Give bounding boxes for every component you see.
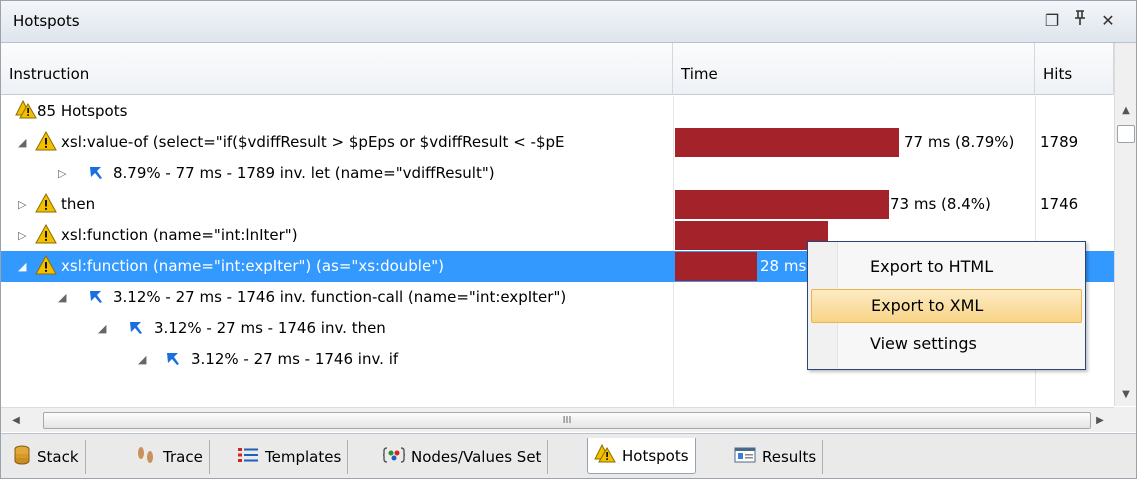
- expanded-toggle-icon[interactable]: ◢: [98, 322, 106, 335]
- column-header-hits[interactable]: Hits: [1035, 43, 1114, 95]
- warning-group-icon: [15, 99, 37, 124]
- templates-icon: [237, 446, 259, 468]
- column-header-time[interactable]: Time: [673, 43, 1035, 95]
- tab-label: Trace: [163, 448, 203, 466]
- collapsed-toggle-icon[interactable]: ▷: [58, 167, 66, 180]
- nodes-icon: [382, 446, 406, 468]
- tab-results[interactable]: Results: [728, 440, 824, 474]
- time-value: 28 ms: [760, 257, 807, 275]
- column-header: Instruction Time Hits: [1, 43, 1114, 95]
- hits-value: 1789: [1040, 133, 1079, 151]
- call-arrow-icon: [89, 166, 103, 184]
- menu-item-label: Export to HTML: [870, 257, 994, 276]
- tree-row[interactable]: ▷ 8.79% - 77 ms - 1789 inv. let (name="v…: [1, 158, 1114, 189]
- tree-row-label: xsl:function (name="int:lnIter"): [61, 226, 298, 244]
- column-label-hits: Hits: [1043, 65, 1073, 83]
- call-arrow-icon: [89, 290, 103, 308]
- bottom-tab-bar: Stack Trace Templates Nodes/Values Set H…: [1, 433, 1136, 478]
- context-menu: Export to HTML Export to XML View settin…: [807, 241, 1086, 370]
- tab-label: Results: [762, 448, 817, 466]
- tab-trace[interactable]: Trace: [129, 440, 210, 474]
- expanded-toggle-icon[interactable]: ◢: [18, 260, 26, 273]
- expanded-toggle-icon[interactable]: ◢: [18, 136, 26, 149]
- menu-item-label: View settings: [870, 334, 977, 353]
- hotspots-icon: [594, 443, 616, 468]
- menu-item-view-settings[interactable]: View settings: [811, 328, 1082, 362]
- time-bar: [675, 221, 828, 250]
- column-label-time: Time: [681, 65, 718, 83]
- tab-label: Nodes/Values Set: [411, 448, 542, 466]
- time-bar: [675, 190, 889, 219]
- collapsed-toggle-icon[interactable]: ▷: [18, 198, 26, 211]
- scroll-right-arrow-icon[interactable]: ▶: [1089, 408, 1111, 433]
- tab-nodes-values-set[interactable]: Nodes/Values Set: [377, 440, 549, 474]
- pin-icon[interactable]: [1069, 9, 1091, 33]
- hotspots-panel: Hotspots ❐ ✕ Instruction Time Hits 85 Ho…: [0, 0, 1137, 479]
- scrollbar-corner: [1114, 407, 1136, 432]
- vertical-scrollbar[interactable]: ▲ ▼: [1114, 43, 1136, 406]
- menu-item-label: Export to XML: [871, 296, 984, 315]
- results-icon: [734, 446, 756, 468]
- scroll-up-arrow-icon[interactable]: ▲: [1115, 101, 1137, 121]
- warning-icon: [35, 192, 57, 217]
- panel-title-bar: Hotspots ❐ ✕: [1, 1, 1136, 43]
- instruction-cell: ◢ xsl:value-of (select="if($vdiffResult …: [1, 127, 673, 158]
- time-bar: [675, 252, 757, 281]
- call-arrow-icon: [166, 352, 180, 370]
- warning-icon: [35, 223, 57, 248]
- tree-row-label: xsl:function (name="int:expIter") (as="x…: [61, 257, 444, 275]
- tree-row-label: 3.12% - 27 ms - 1746 inv. then: [154, 319, 386, 337]
- call-arrow-icon: [129, 321, 143, 339]
- tree-row[interactable]: ▷ then 73 ms (8.4%) 1746: [1, 189, 1114, 220]
- tree-row-label: 3.12% - 27 ms - 1746 inv. function-call …: [113, 288, 567, 306]
- menu-item-export-xml[interactable]: Export to XML: [811, 289, 1082, 323]
- tab-label: Hotspots: [622, 446, 689, 465]
- tab-templates[interactable]: Templates: [231, 440, 349, 474]
- column-label-instruction: Instruction: [9, 65, 90, 83]
- tab-label: Templates: [265, 448, 342, 466]
- tree-row-label: 85 Hotspots: [37, 102, 128, 120]
- close-icon[interactable]: ✕: [1097, 9, 1119, 33]
- menu-item-export-html[interactable]: Export to HTML: [811, 251, 1082, 285]
- vertical-scroll-thumb[interactable]: [1117, 125, 1135, 143]
- warning-icon: [35, 254, 57, 279]
- time-bar: [675, 128, 899, 157]
- scroll-down-arrow-icon[interactable]: ▼: [1115, 385, 1137, 405]
- restore-icon[interactable]: ❐: [1041, 9, 1063, 33]
- tree-row[interactable]: 85 Hotspots: [1, 96, 1114, 127]
- tree-row-label: then: [61, 195, 96, 213]
- hits-value: 1746: [1040, 195, 1079, 213]
- trace-icon: [135, 445, 157, 469]
- expanded-toggle-icon[interactable]: ◢: [138, 353, 146, 366]
- tree-row[interactable]: ◢ xsl:value-of (select="if($vdiffResult …: [1, 127, 1114, 158]
- time-value: 73 ms (8.4%): [890, 195, 991, 213]
- horizontal-scrollbar[interactable]: ◀ III ▶: [1, 407, 1114, 432]
- tree-row-label: 3.12% - 27 ms - 1746 inv. if: [191, 350, 399, 368]
- expanded-toggle-icon[interactable]: ◢: [58, 291, 66, 304]
- column-header-instruction[interactable]: Instruction: [1, 43, 673, 95]
- panel-title: Hotspots: [13, 12, 80, 30]
- tree-row-label: xsl:value-of (select="if($vdiffResult > …: [61, 133, 565, 151]
- scroll-left-arrow-icon[interactable]: ◀: [5, 408, 27, 433]
- tab-label: Stack: [37, 448, 79, 466]
- warning-icon: [35, 130, 57, 155]
- stack-icon: [13, 445, 31, 469]
- tab-hotspots[interactable]: Hotspots: [587, 438, 696, 474]
- horizontal-scroll-thumb[interactable]: III: [43, 412, 1091, 429]
- tab-stack[interactable]: Stack: [7, 440, 86, 474]
- time-value: 77 ms (8.79%): [904, 133, 1015, 151]
- collapsed-toggle-icon[interactable]: ▷: [18, 229, 26, 242]
- tree-row-label: 8.79% - 77 ms - 1789 inv. let (name="vdi…: [113, 164, 495, 182]
